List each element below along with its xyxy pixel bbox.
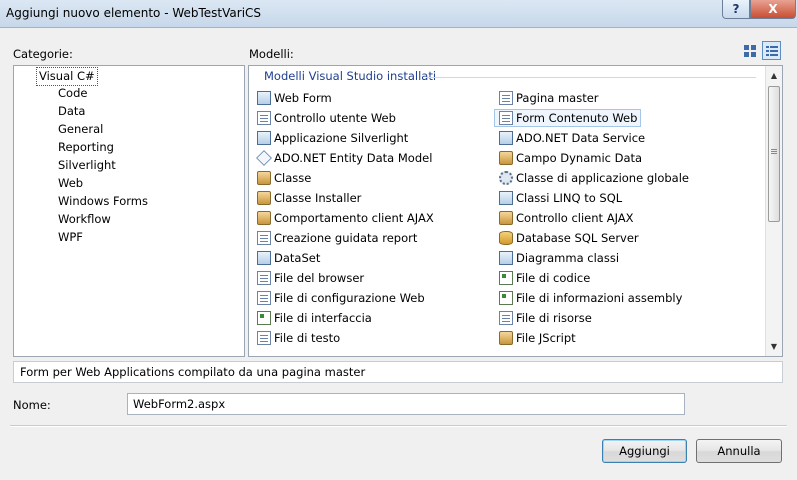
content-form-icon (499, 111, 513, 125)
resource-file-icon (499, 311, 513, 325)
web-form-icon (257, 91, 271, 105)
template-master-page[interactable]: Pagina master (499, 89, 599, 107)
template-web-user-control[interactable]: Controllo utente Web (257, 109, 396, 127)
close-icon: X (768, 2, 778, 16)
scroll-grip-icon (771, 149, 777, 150)
web-config-icon (257, 291, 271, 305)
class-diagram-icon (499, 251, 513, 265)
category-silverlight[interactable]: Silverlight (58, 157, 116, 174)
help-icon: ? (732, 2, 740, 16)
template-global-app-class[interactable]: Classe di applicazione globale (499, 169, 689, 187)
add-button[interactable]: Aggiungi (602, 439, 687, 463)
template-interface-file[interactable]: File di interfaccia (257, 309, 372, 327)
category-reporting[interactable]: Reporting (58, 139, 114, 156)
category-general[interactable]: General (58, 121, 103, 138)
silverlight-icon (257, 131, 271, 145)
help-button[interactable]: ? (722, 0, 750, 19)
ajax-control-icon (499, 211, 513, 225)
category-visual-csharp[interactable]: Visual C# (36, 67, 98, 86)
template-report-wizard[interactable]: Creazione guidata report (257, 229, 417, 247)
user-control-icon (257, 111, 271, 125)
small-icons-view-button[interactable] (762, 41, 781, 60)
scroll-up-icon[interactable]: ▲ (766, 67, 782, 84)
jscript-icon (499, 331, 513, 345)
scroll-thumb[interactable] (768, 86, 780, 222)
categories-label: Categorie: (13, 47, 73, 61)
template-entity-data-model[interactable]: ADO.NET Entity Data Model (256, 149, 432, 167)
category-web[interactable]: Web (58, 175, 83, 192)
template-web-config[interactable]: File di configurazione Web (257, 289, 425, 307)
name-label: Nome: (13, 398, 51, 412)
template-web-form[interactable]: Web Form (257, 89, 332, 107)
linq-icon (499, 191, 513, 205)
template-data-service[interactable]: ADO.NET Data Service (499, 129, 645, 147)
large-icons-icon (743, 44, 756, 57)
template-text-file[interactable]: File di testo (257, 329, 340, 347)
template-class-diagram[interactable]: Diagramma classi (499, 249, 619, 267)
templates-list[interactable]: Modelli Visual Studio installati Web For… (248, 65, 783, 357)
dataset-icon (257, 251, 271, 265)
ajax-behavior-icon (257, 211, 271, 225)
template-ajax-behavior[interactable]: Comportamento client AJAX (257, 209, 434, 227)
templates-group-header: Modelli Visual Studio installati (264, 69, 437, 83)
installer-class-icon (257, 191, 271, 205)
template-resource-file[interactable]: File di risorse (499, 309, 592, 327)
category-wpf[interactable]: WPF (58, 229, 83, 246)
title-bar: Aggiungi nuovo elemento - WebTestVariCS … (0, 0, 797, 28)
template-ajax-client-control[interactable]: Controllo client AJAX (499, 209, 634, 227)
template-assembly-info[interactable]: File di informazioni assembly (499, 289, 682, 307)
template-web-content-form[interactable]: Form Contenuto Web (494, 109, 642, 127)
assembly-info-icon (499, 291, 513, 305)
template-sql-database[interactable]: Database SQL Server (499, 229, 639, 247)
interface-file-icon (257, 311, 271, 325)
cancel-button[interactable]: Annulla (696, 439, 782, 463)
template-description: Form per Web Applications compilato da u… (13, 361, 783, 383)
template-code-file[interactable]: File di codice (499, 269, 590, 287)
code-file-icon (499, 271, 513, 285)
data-service-icon (499, 131, 513, 145)
category-data[interactable]: Data (58, 103, 85, 120)
templates-label: Modelli: (249, 47, 294, 61)
category-workflow[interactable]: Workflow (58, 211, 111, 228)
close-button[interactable]: X (750, 0, 796, 19)
category-windows-forms[interactable]: Windows Forms (58, 193, 148, 210)
scroll-down-icon[interactable]: ▼ (766, 338, 782, 355)
report-wizard-icon (257, 231, 271, 245)
database-icon (499, 231, 513, 245)
templates-scrollbar[interactable]: ▲ ▼ (765, 66, 782, 356)
template-linq-to-sql[interactable]: Classi LINQ to SQL (499, 189, 622, 207)
footer-separator (10, 425, 787, 426)
template-browser-file[interactable]: File del browser (257, 269, 364, 287)
browser-file-icon (257, 271, 271, 285)
dynamic-data-icon (499, 151, 513, 165)
template-dynamic-data-field[interactable]: Campo Dynamic Data (499, 149, 642, 167)
text-file-icon (257, 331, 271, 345)
group-divider (426, 77, 756, 78)
category-code[interactable]: Code (58, 85, 87, 102)
template-jscript-file[interactable]: File JScript (499, 329, 576, 347)
master-page-icon (499, 91, 513, 105)
class-icon (257, 171, 271, 185)
template-dataset[interactable]: DataSet (257, 249, 320, 267)
small-icons-icon (765, 45, 778, 56)
template-silverlight-app[interactable]: Applicazione Silverlight (257, 129, 408, 147)
window-title: Aggiungi nuovo elemento - WebTestVariCS (6, 6, 262, 20)
global-app-icon (499, 171, 513, 185)
categories-tree[interactable]: Visual C# Code Data General Reporting Si… (13, 65, 245, 357)
template-class[interactable]: Classe (257, 169, 311, 187)
template-installer-class[interactable]: Classe Installer (257, 189, 361, 207)
large-icons-view-button[interactable] (740, 41, 759, 60)
name-input[interactable]: WebForm2.aspx (127, 393, 685, 415)
entity-model-icon (256, 150, 272, 166)
